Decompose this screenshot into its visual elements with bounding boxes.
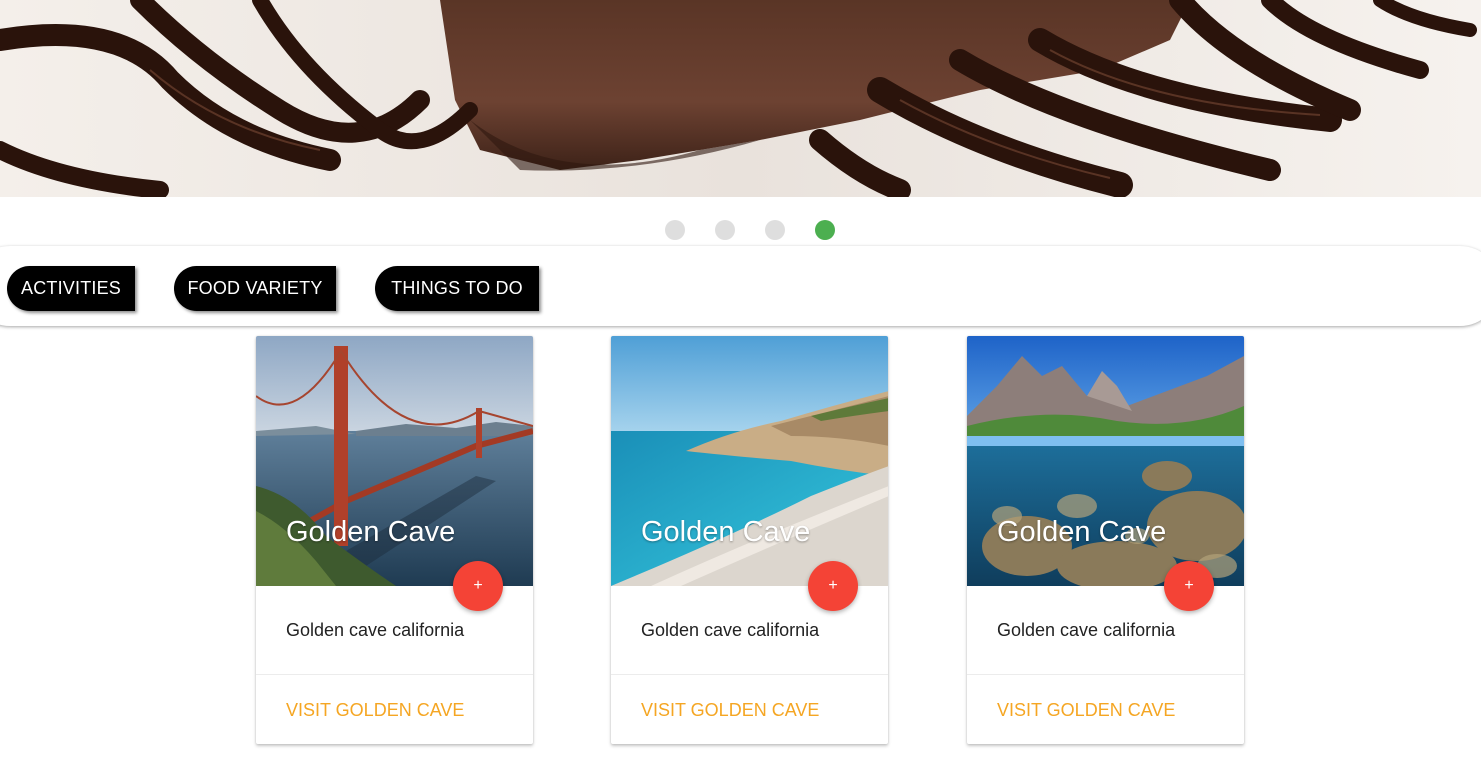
destination-card: Golden Cave + Golden cave california VIS… xyxy=(967,336,1244,744)
hero-carousel-image xyxy=(0,0,1481,197)
card-description: Golden cave california xyxy=(286,620,465,640)
card-description: Golden cave california xyxy=(641,620,820,640)
page: ACTIVITIES FOOD VARIETY THINGS TO DO Gol… xyxy=(0,0,1481,781)
visit-link[interactable]: VISIT GOLDEN CAVE xyxy=(641,700,819,721)
visit-link[interactable]: VISIT GOLDEN CAVE xyxy=(286,700,464,721)
card-divider xyxy=(611,674,888,675)
destination-card: Golden Cave + Golden cave california VIS… xyxy=(611,336,888,744)
carousel-dot-3[interactable] xyxy=(765,220,785,240)
carousel-indicators xyxy=(0,220,1481,240)
card-title: Golden Cave xyxy=(641,516,811,548)
card-title: Golden Cave xyxy=(286,516,456,548)
tab-activities[interactable]: ACTIVITIES xyxy=(7,266,135,311)
carousel-dot-2[interactable] xyxy=(715,220,735,240)
chocolate-cake-photo xyxy=(0,0,1481,197)
carousel-dot-4-active[interactable] xyxy=(815,220,835,240)
add-button[interactable]: + xyxy=(1164,561,1214,611)
carousel-dot-1[interactable] xyxy=(665,220,685,240)
destination-card: Golden Cave + Golden cave california VIS… xyxy=(256,336,533,744)
add-button[interactable]: + xyxy=(453,561,503,611)
card-title: Golden Cave xyxy=(997,516,1167,548)
tab-things-to-do[interactable]: THINGS TO DO xyxy=(375,266,539,311)
visit-link[interactable]: VISIT GOLDEN CAVE xyxy=(997,700,1175,721)
card-description: Golden cave california xyxy=(997,620,1176,640)
card-divider xyxy=(967,674,1244,675)
card-divider xyxy=(256,674,533,675)
add-button[interactable]: + xyxy=(808,561,858,611)
tab-food-variety[interactable]: FOOD VARIETY xyxy=(174,266,336,311)
